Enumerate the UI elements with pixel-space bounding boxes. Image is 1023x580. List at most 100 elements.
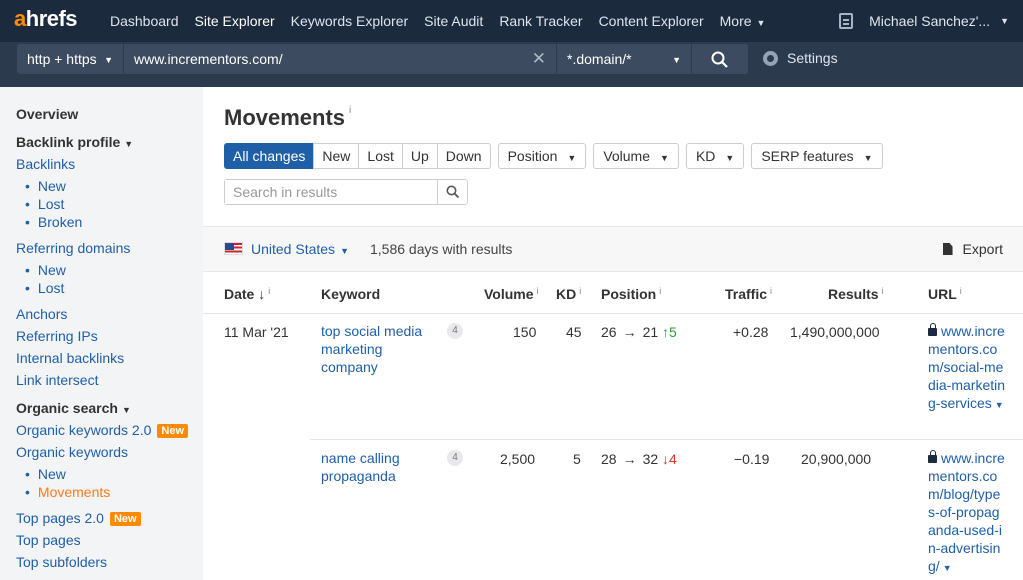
sidebar-item-rd-lost[interactable]: Lost (25, 280, 64, 296)
arrow-right-icon: → (622, 324, 637, 340)
chevron-down-icon: ▼ (863, 153, 873, 163)
filter-lost[interactable]: Lost (358, 143, 403, 169)
kd-dropdown-label: KD (695, 148, 716, 164)
new-badge: New (157, 424, 189, 438)
gear-icon (763, 50, 778, 66)
row-keyword[interactable]: name calling propaganda (321, 449, 439, 485)
sidebar-item-backlinks-new[interactable]: New (25, 178, 66, 194)
filter-all-changes[interactable]: All changes (224, 143, 315, 169)
ahrefs-logo[interactable]: ahrefs (14, 6, 78, 32)
target-url-input[interactable]: www.incrementors.com/ ✕ (124, 44, 556, 74)
row-url[interactable]: www.incrementors.com/social-media-market… (928, 322, 1006, 414)
search-input[interactable] (225, 180, 435, 204)
nav-site-explorer[interactable]: Site Explorer (195, 13, 275, 29)
info-icon[interactable]: i (268, 286, 270, 296)
sidebar-item-internal-backlinks[interactable]: Internal backlinks (16, 350, 124, 366)
protocol-select[interactable]: http + https ▼ (17, 44, 123, 74)
row-kd: 5 (573, 451, 581, 467)
row-keyword[interactable]: top social media marketing company (321, 322, 439, 376)
nav-rank-tracker[interactable]: Rank Tracker (499, 13, 582, 29)
row-date: 11 Mar '21 (224, 324, 289, 340)
position-change-up: ↑5 (662, 324, 677, 340)
volume-dropdown[interactable]: Volume ▼ (593, 143, 679, 169)
position-dropdown[interactable]: Position ▼ (497, 143, 587, 169)
export-button[interactable]: Export (942, 241, 1003, 257)
sidebar-item-top-subfolders[interactable]: Top subfolders (16, 554, 107, 570)
sidebar-item-link-intersect[interactable]: Link intersect (16, 372, 98, 388)
row-position: 26 → 21 ↑5 (601, 324, 677, 340)
sidebar-item-referring-ips[interactable]: Referring IPs (16, 328, 98, 344)
info-icon[interactable]: i (882, 286, 884, 296)
col-position[interactable]: Position i (601, 286, 661, 302)
row-results: 20,900,000 (801, 451, 872, 467)
info-icon[interactable]: i (349, 105, 351, 116)
settings-label: Settings (787, 50, 838, 66)
serp-features-count[interactable]: 4 (447, 323, 463, 339)
sidebar-item-top-pages[interactable]: Top pages (16, 532, 81, 548)
filter-down[interactable]: Down (436, 143, 491, 169)
nav-site-audit[interactable]: Site Audit (424, 13, 483, 29)
export-label: Export (962, 241, 1003, 257)
chevron-down-icon[interactable]: ▼ (995, 400, 1004, 410)
col-volume-label: Volume (484, 286, 534, 302)
row-results: 1,490,000,000 (790, 324, 880, 340)
sidebar-item-ok-new[interactable]: New (25, 466, 66, 482)
sidebar-item-backlinks-lost[interactable]: Lost (25, 196, 64, 212)
clear-icon[interactable]: ✕ (532, 49, 546, 69)
col-volume[interactable]: Volume i (484, 286, 539, 302)
filter-new[interactable]: New (313, 143, 360, 169)
sidebar-overview[interactable]: Overview (16, 106, 78, 122)
nav-keywords-explorer[interactable]: Keywords Explorer (291, 13, 409, 29)
kd-dropdown[interactable]: KD ▼ (685, 143, 745, 169)
info-icon[interactable]: i (659, 286, 661, 296)
nav-dashboard[interactable]: Dashboard (110, 13, 179, 29)
col-date[interactable]: Date ↓ i (224, 286, 270, 302)
volume-dropdown-label: Volume (603, 148, 651, 164)
col-kd[interactable]: KD i (556, 286, 581, 302)
sidebar-item-anchors[interactable]: Anchors (16, 306, 67, 322)
nav-more[interactable]: More ▼ (720, 13, 766, 29)
col-traffic[interactable]: Traffic i (725, 286, 772, 302)
search-button[interactable] (437, 180, 467, 204)
notebook-icon[interactable] (839, 13, 854, 29)
sidebar-item-top-pages-2[interactable]: Top pages 2.0 New (16, 510, 141, 526)
search-button[interactable] (692, 44, 748, 74)
table-divider (310, 439, 1023, 440)
sidebar-item-label: Top pages 2.0 (16, 510, 104, 526)
col-url[interactable]: URL i (928, 286, 962, 302)
sidebar-item-organic-keywords-2[interactable]: Organic keywords 2.0 New (16, 422, 189, 438)
col-results[interactable]: Results i (828, 286, 884, 302)
chevron-down-icon: ▼ (756, 18, 766, 28)
serp-features-count[interactable]: 4 (447, 450, 463, 466)
nav-content-explorer[interactable]: Content Explorer (599, 13, 704, 29)
chevron-down-icon: ▼ (660, 153, 669, 163)
sidebar-backlink-profile-label: Backlink profile (16, 134, 121, 150)
sidebar-item-organic-keywords[interactable]: Organic keywords (16, 444, 128, 460)
sidebar-backlink-profile[interactable]: Backlink profile ▼ (16, 134, 133, 150)
sidebar-item-referring-domains[interactable]: Referring domains (16, 240, 130, 256)
info-icon[interactable]: i (537, 286, 539, 296)
sidebar-item-backlinks[interactable]: Backlinks (16, 156, 75, 172)
chevron-down-icon[interactable]: ▼ (943, 563, 952, 573)
row-traffic: +0.28 (733, 324, 769, 340)
info-icon[interactable]: i (770, 286, 772, 296)
sidebar-item-movements[interactable]: Movements (25, 484, 110, 500)
col-keyword[interactable]: Keyword (321, 286, 380, 302)
filter-up[interactable]: Up (401, 143, 438, 169)
info-icon[interactable]: i (579, 286, 581, 296)
sidebar-item-backlinks-broken[interactable]: Broken (25, 214, 82, 230)
protocol-value: http + https (27, 51, 97, 67)
row-url[interactable]: www.incrementors.com/blog/types-of-propa… (928, 449, 1006, 577)
position-to: 21 (642, 324, 659, 340)
chevron-down-icon: ▼ (124, 139, 134, 149)
logo-a: a (14, 6, 26, 31)
country-select[interactable]: United States ▼ (251, 241, 349, 257)
mode-select[interactable]: *.domain/* ▼ (557, 44, 691, 74)
user-menu[interactable]: Michael Sanchez'... ▼ (839, 0, 1009, 42)
position-to: 32 (642, 451, 659, 467)
sidebar-organic-search[interactable]: Organic search ▼ (16, 400, 131, 416)
serp-features-dropdown[interactable]: SERP features ▼ (751, 143, 883, 169)
sidebar-item-rd-new[interactable]: New (25, 262, 66, 278)
settings-button[interactable]: Settings (763, 50, 838, 66)
info-icon[interactable]: i (960, 286, 962, 296)
